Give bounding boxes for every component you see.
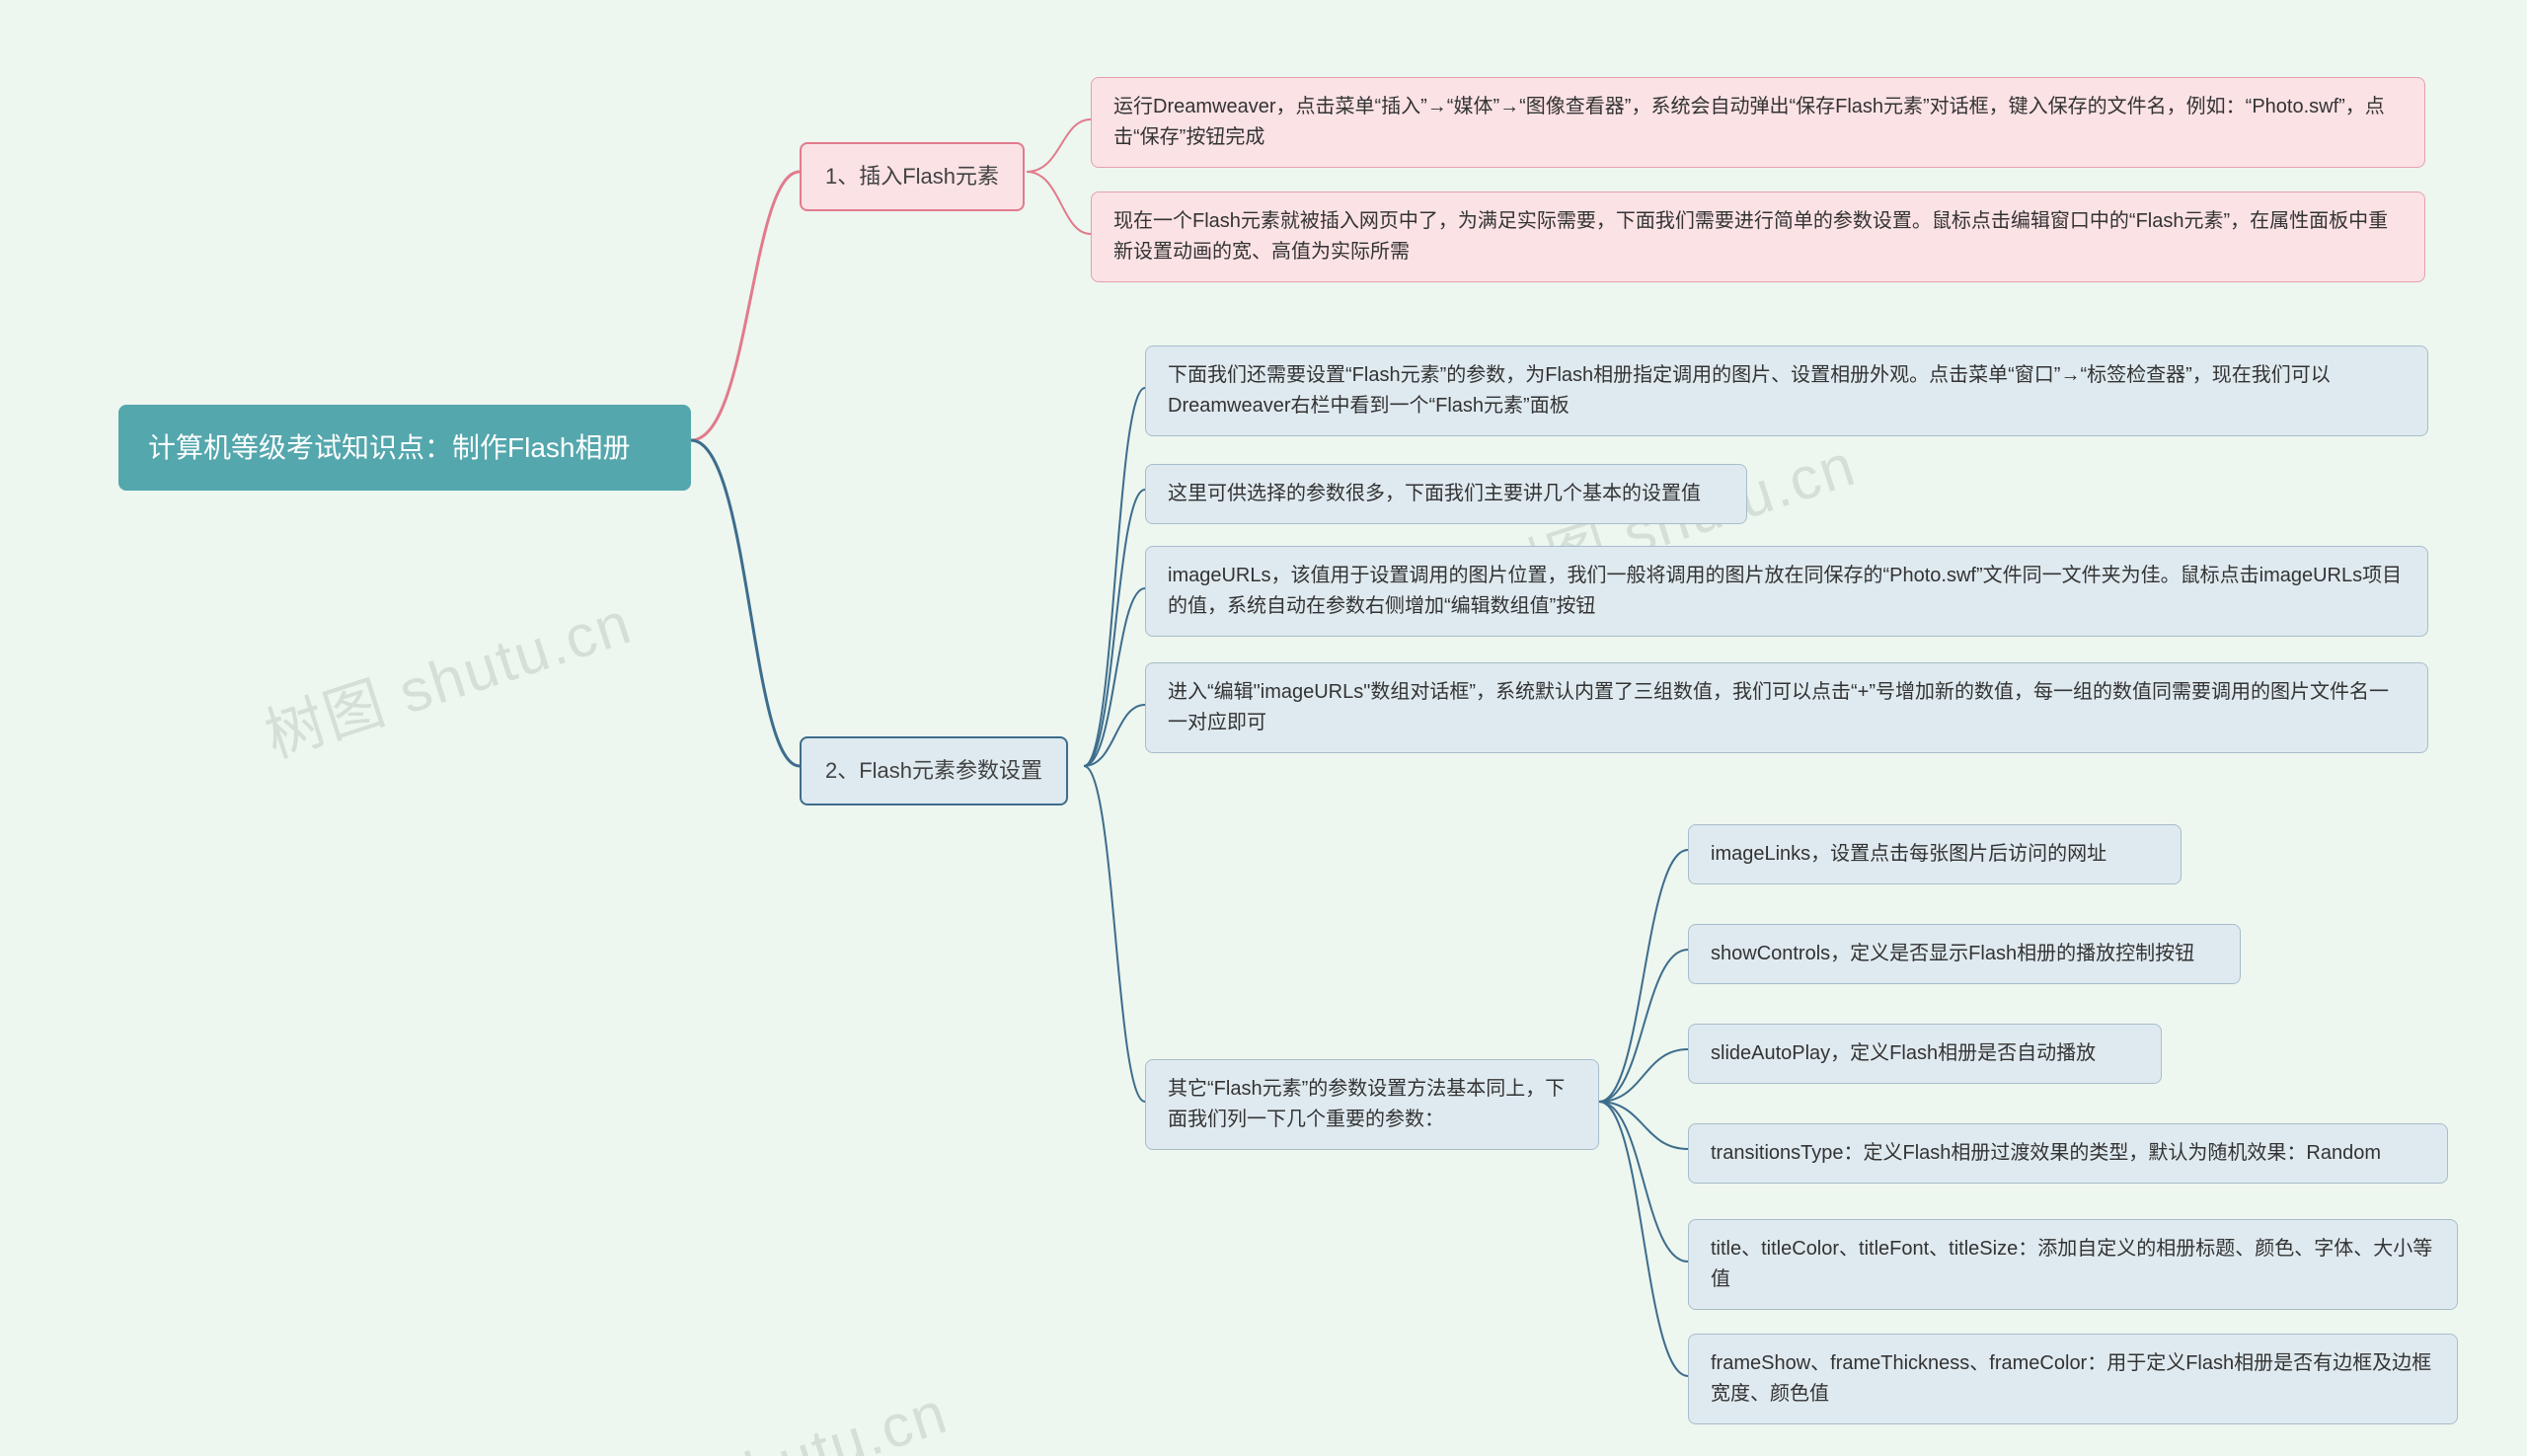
leaf-node[interactable]: 下面我们还需要设置“Flash元素”的参数，为Flash相册指定调用的图片、设置… xyxy=(1145,345,2428,436)
param-text: imageLinks，设置点击每张图片后访问的网址 xyxy=(1711,839,2106,870)
param-group-title: 其它“Flash元素”的参数设置方法基本同上，下面我们列一下几个重要的参数： xyxy=(1168,1074,1576,1135)
param-node[interactable]: imageLinks，设置点击每张图片后访问的网址 xyxy=(1688,824,2182,884)
branch1-title: 1、插入Flash元素 xyxy=(825,160,999,193)
leaf-text: 进入“编辑"imageURLs"数组对话框”，系统默认内置了三组数值，我们可以点… xyxy=(1168,677,2406,738)
watermark: 树图 shutu.cn xyxy=(253,575,642,775)
param-text: title、titleColor、titleFont、titleSize：添加自… xyxy=(1711,1234,2435,1295)
leaf-node[interactable]: imageURLs，该值用于设置调用的图片位置，我们一般将调用的图片放在同保存的… xyxy=(1145,546,2428,637)
param-node[interactable]: showControls，定义是否显示Flash相册的播放控制按钮 xyxy=(1688,924,2241,984)
leaf-text: imageURLs，该值用于设置调用的图片位置，我们一般将调用的图片放在同保存的… xyxy=(1168,561,2406,622)
param-text: showControls，定义是否显示Flash相册的播放控制按钮 xyxy=(1711,939,2194,969)
param-text: transitionsType：定义Flash相册过渡效果的类型，默认为随机效果… xyxy=(1711,1138,2381,1169)
branch-insert-flash[interactable]: 1、插入Flash元素 xyxy=(800,142,1025,211)
watermark: 树图 shutu.cn xyxy=(569,1365,957,1456)
param-node[interactable]: slideAutoPlay，定义Flash相册是否自动播放 xyxy=(1688,1024,2162,1084)
leaf-text: 现在一个Flash元素就被插入网页中了，为满足实际需要，下面我们需要进行简单的参… xyxy=(1113,206,2403,268)
leaf-text: 下面我们还需要设置“Flash元素”的参数，为Flash相册指定调用的图片、设置… xyxy=(1168,360,2406,421)
branch2-title: 2、Flash元素参数设置 xyxy=(825,754,1042,788)
root-title: 计算机等级考试知识点：制作Flash相册 xyxy=(148,426,630,469)
param-node[interactable]: transitionsType：定义Flash相册过渡效果的类型，默认为随机效果… xyxy=(1688,1123,2448,1184)
leaf-node[interactable]: 这里可供选择的参数很多，下面我们主要讲几个基本的设置值 xyxy=(1145,464,1747,524)
param-text: frameShow、frameThickness、frameColor：用于定义… xyxy=(1711,1348,2435,1410)
param-node[interactable]: title、titleColor、titleFont、titleSize：添加自… xyxy=(1688,1219,2458,1310)
leaf-text: 运行Dreamweaver，点击菜单“插入”→“媒体”→“图像查看器”，系统会自… xyxy=(1113,92,2403,153)
leaf-node[interactable]: 进入“编辑"imageURLs"数组对话框”，系统默认内置了三组数值，我们可以点… xyxy=(1145,662,2428,753)
branch-flash-params[interactable]: 2、Flash元素参数设置 xyxy=(800,736,1068,805)
param-text: slideAutoPlay，定义Flash相册是否自动播放 xyxy=(1711,1038,2096,1069)
leaf-text: 这里可供选择的参数很多，下面我们主要讲几个基本的设置值 xyxy=(1168,479,1701,509)
param-group-node[interactable]: 其它“Flash元素”的参数设置方法基本同上，下面我们列一下几个重要的参数： xyxy=(1145,1059,1599,1150)
mindmap-root[interactable]: 计算机等级考试知识点：制作Flash相册 xyxy=(118,405,691,491)
leaf-node[interactable]: 现在一个Flash元素就被插入网页中了，为满足实际需要，下面我们需要进行简单的参… xyxy=(1091,192,2425,282)
leaf-node[interactable]: 运行Dreamweaver，点击菜单“插入”→“媒体”→“图像查看器”，系统会自… xyxy=(1091,77,2425,168)
param-node[interactable]: frameShow、frameThickness、frameColor：用于定义… xyxy=(1688,1334,2458,1424)
